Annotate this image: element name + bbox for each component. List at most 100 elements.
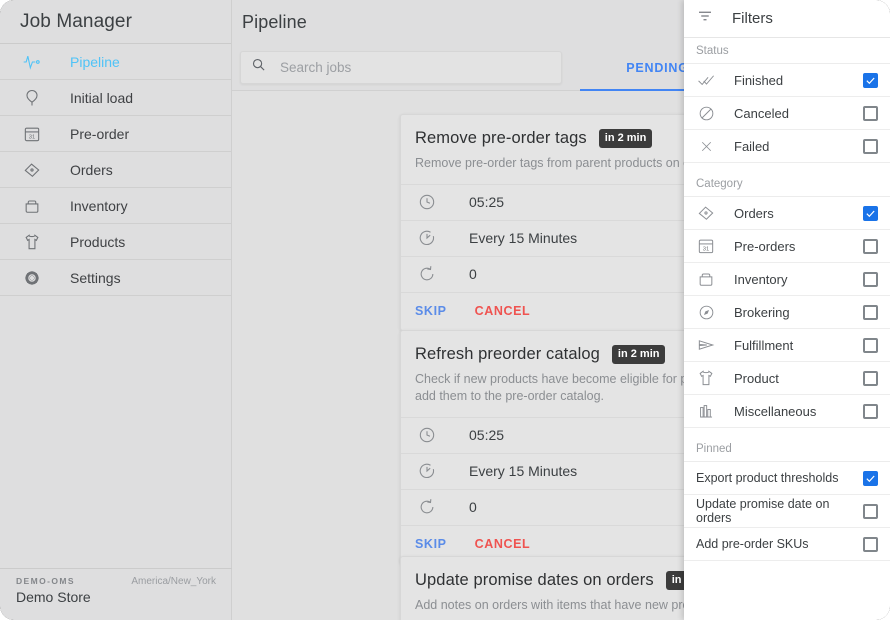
filters-section-label: Status [684,38,890,64]
job-eta-badge: in 2 min [611,345,666,364]
pulse-icon [20,50,44,74]
app-title: Job Manager [0,0,231,44]
filter-row-finished[interactable]: Finished [684,64,890,97]
books-icon [696,401,716,421]
svg-text:31: 31 [29,134,35,140]
search-box[interactable] [240,50,562,84]
filters-section-label: Category [684,171,890,197]
no-entry-icon [696,103,716,123]
timezone-label: America/New_York [131,576,216,587]
filter-label: Update promise date on orders [696,497,830,525]
clock-icon [415,423,439,447]
skip-button[interactable]: SKIP [415,304,447,318]
filter-label: Inventory [734,271,788,287]
filter-row-inventory[interactable]: Inventory [684,263,890,296]
retry-icon [415,262,439,286]
sidebar-item-pipeline[interactable]: Pipeline [0,44,231,80]
sidebar-item-label: Pipeline [70,53,120,70]
filter-row-pre-orders[interactable]: 31 Pre-orders [684,230,890,263]
job-eta-badge: in 2 min [598,129,653,148]
filter-label: Export product thresholds [696,471,839,485]
filters-panel: Filters Status Finished Canceled Failed Cate… [684,0,890,620]
job-detail-value: 05:25 [469,427,505,444]
timer-icon [415,226,439,250]
filter-row-miscellaneous[interactable]: Miscellaneous [684,395,890,428]
box-icon [20,194,44,218]
filters-section-spacer [684,428,890,436]
cancel-button[interactable]: CANCEL [475,304,531,318]
filter-checkbox[interactable] [863,138,878,154]
sidebar: Job Manager Pipeline Initial load 31 Pre-or… [0,0,232,620]
filter-row-brokering[interactable]: Brokering [684,296,890,329]
filter-label: Product [734,370,779,386]
filter-label: Brokering [734,304,790,320]
filter-checkbox[interactable] [863,205,878,221]
clock-icon [415,190,439,214]
job-title: Remove pre-order tags [415,129,587,147]
sidebar-item-settings[interactable]: Settings [0,260,231,296]
job-title: Refresh preorder catalog [415,345,600,363]
filter-checkbox[interactable] [863,105,878,121]
sidebar-item-products[interactable]: Products [0,224,231,260]
sidebar-item-inventory[interactable]: Inventory [0,188,231,224]
filters-body: Status Finished Canceled Failed Category Orde… [684,38,890,561]
filter-label: Failed [734,138,770,154]
sidebar-item-label: Products [70,233,126,250]
filter-row-add-pre-order-skus[interactable]: Add pre-order SKUs [684,528,890,561]
filter-checkbox[interactable] [863,271,878,287]
send-icon [696,335,716,355]
cancel-button[interactable]: CANCEL [475,537,531,551]
sidebar-item-label: Orders [70,161,113,178]
filter-checkbox[interactable] [863,337,878,353]
job-detail-value: Every 15 Minutes [469,230,578,247]
filter-checkbox[interactable] [863,370,878,386]
filter-row-canceled[interactable]: Canceled [684,97,890,130]
filter-checkbox[interactable] [863,503,878,519]
sidebar-item-label: Pre-order [70,125,130,142]
filter-checkbox[interactable] [863,304,878,320]
skip-button[interactable]: SKIP [415,537,447,551]
calendar-icon: 31 [20,122,44,146]
job-title: Update promise dates on orders [415,571,654,589]
retry-icon [415,495,439,519]
tag-icon [696,203,716,223]
filter-checkbox[interactable] [863,536,878,552]
tag-icon [20,158,44,182]
page-title: Pipeline [242,11,307,32]
store-name: Demo Store [16,589,91,605]
filter-row-failed[interactable]: Failed [684,130,890,163]
svg-text:31: 31 [703,247,709,253]
filter-checkbox[interactable] [863,470,878,486]
sidebar-footer: DEMO-OMS America/New_York Demo Store [0,568,232,620]
filter-row-update-promise-date-on-orders[interactable]: Update promise date on orders [684,495,890,528]
filters-section-spacer [684,163,890,171]
close-x-icon [696,136,716,156]
filter-row-product[interactable]: Product [684,362,890,395]
filter-row-orders[interactable]: Orders [684,197,890,230]
filter-row-export-product-thresholds[interactable]: Export product thresholds [684,462,890,495]
sidebar-item-initial-load[interactable]: Initial load [0,80,231,116]
store-code: DEMO-OMS [16,576,75,586]
filter-label: Fulfillment [734,337,794,353]
search-input[interactable] [280,59,551,75]
timer-icon [415,459,439,483]
app-viewport: Job Manager Pipeline Initial load 31 Pre-or… [0,0,890,620]
filter-label: Finished [734,72,784,88]
compass-icon [696,302,716,322]
tab-label: PENDING [626,60,689,75]
filters-header: Filters [684,0,890,38]
sidebar-item-label: Inventory [70,197,128,214]
filter-row-fulfillment[interactable]: Fulfillment [684,329,890,362]
filter-label: Canceled [734,105,789,121]
sidebar-item-pre-order[interactable]: 31 Pre-order [0,116,231,152]
gear-icon [20,266,44,290]
filter-checkbox[interactable] [863,72,878,88]
filter-checkbox[interactable] [863,403,878,419]
filter-label: Miscellaneous [734,403,817,419]
tshirt-icon [20,230,44,254]
job-detail-value: 0 [469,266,477,283]
filter-checkbox[interactable] [863,238,878,254]
job-detail-value: 05:25 [469,194,505,211]
filter-icon[interactable] [696,7,732,30]
sidebar-item-orders[interactable]: Orders [0,152,231,188]
